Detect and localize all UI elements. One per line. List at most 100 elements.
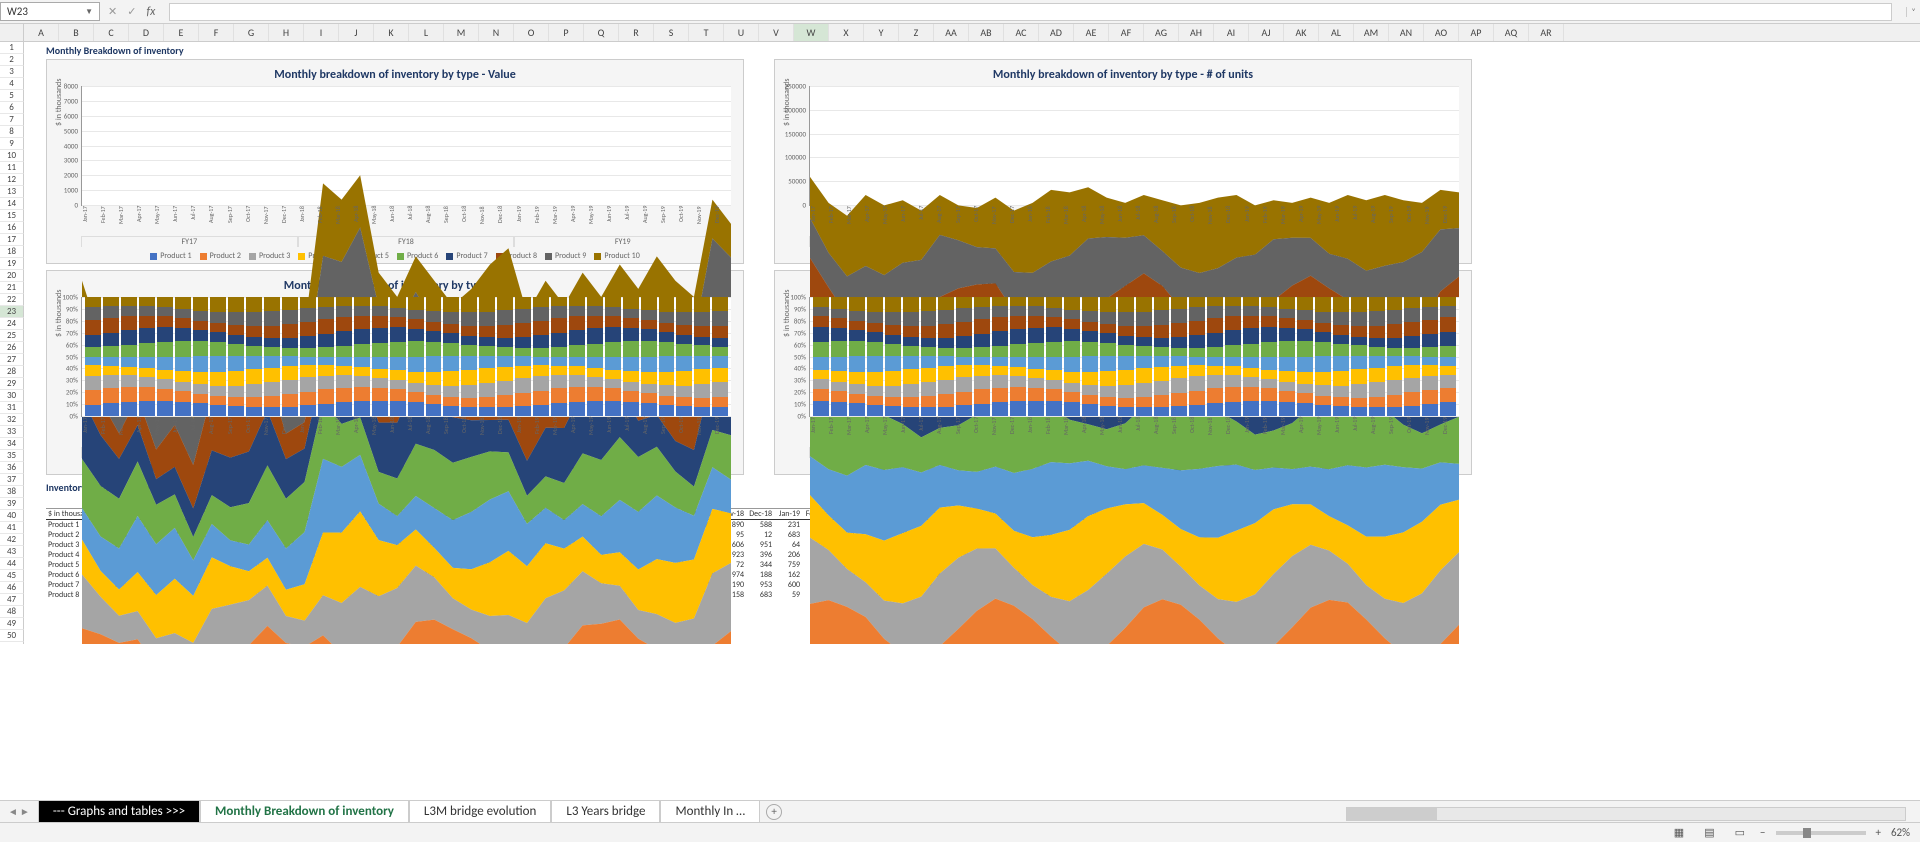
row-header[interactable]: 2 <box>0 54 24 66</box>
sheet-tab[interactable]: L3 Years bridge <box>551 800 660 824</box>
col-header[interactable]: AP <box>1459 24 1494 41</box>
chart-units[interactable]: Monthly breakdown of inventory by type -… <box>774 59 1472 264</box>
col-header[interactable]: AA <box>934 24 969 41</box>
col-header[interactable]: T <box>689 24 724 41</box>
col-header[interactable]: W <box>794 24 829 41</box>
col-header[interactable]: AN <box>1389 24 1424 41</box>
col-header[interactable]: R <box>619 24 654 41</box>
view-pagebreak-icon[interactable]: ▭ <box>1730 825 1750 840</box>
col-header[interactable]: J <box>339 24 374 41</box>
row-header[interactable]: 17 <box>0 234 24 246</box>
col-header[interactable]: N <box>479 24 514 41</box>
row-header[interactable]: 42 <box>0 534 24 546</box>
row-header[interactable]: 35 <box>0 450 24 462</box>
col-header[interactable]: A <box>24 24 59 41</box>
cancel-icon[interactable]: ✕ <box>108 5 117 18</box>
col-header[interactable]: AR <box>1529 24 1564 41</box>
row-header[interactable]: 10 <box>0 150 24 162</box>
formula-bar[interactable] <box>169 3 1892 21</box>
confirm-icon[interactable]: ✓ <box>127 5 136 18</box>
row-header[interactable]: 46 <box>0 582 24 594</box>
col-header[interactable]: AG <box>1144 24 1179 41</box>
col-header[interactable]: D <box>129 24 164 41</box>
col-header[interactable]: AE <box>1074 24 1109 41</box>
col-header[interactable]: U <box>724 24 759 41</box>
col-header[interactable]: B <box>59 24 94 41</box>
col-header[interactable]: O <box>514 24 549 41</box>
horizontal-scrollbar[interactable] <box>1346 806 1906 822</box>
col-header[interactable]: AC <box>1004 24 1039 41</box>
name-box[interactable]: W23 ▼ <box>0 2 100 21</box>
sheet-tab[interactable]: Monthly In … <box>660 800 760 824</box>
row-header[interactable]: 14 <box>0 198 24 210</box>
row-header[interactable]: 29 <box>0 378 24 390</box>
row-header[interactable]: 49 <box>0 618 24 630</box>
col-header[interactable]: X <box>829 24 864 41</box>
col-header[interactable]: F <box>199 24 234 41</box>
row-header[interactable]: 48 <box>0 606 24 618</box>
row-header[interactable]: 31 <box>0 402 24 414</box>
col-header[interactable]: Q <box>584 24 619 41</box>
col-header[interactable]: M <box>444 24 479 41</box>
tab-prev-icon[interactable]: ◄ <box>8 805 18 818</box>
row-header[interactable]: 44 <box>0 558 24 570</box>
col-header[interactable]: S <box>654 24 689 41</box>
row-header[interactable]: 27 <box>0 354 24 366</box>
row-header[interactable]: 33 <box>0 426 24 438</box>
row-header[interactable]: 18 <box>0 246 24 258</box>
row-header[interactable]: 37 <box>0 474 24 486</box>
row-header[interactable]: 3 <box>0 66 24 78</box>
formula-expand-icon[interactable]: ˅ <box>1906 7 1920 17</box>
view-normal-icon[interactable]: ▦ <box>1669 825 1689 840</box>
row-header[interactable]: 47 <box>0 594 24 606</box>
col-header[interactable]: AF <box>1109 24 1144 41</box>
row-header[interactable]: 34 <box>0 438 24 450</box>
row-header[interactable]: 28 <box>0 366 24 378</box>
sheet-tab[interactable]: Monthly Breakdown of inventory <box>200 800 409 824</box>
row-header[interactable]: 7 <box>0 114 24 126</box>
col-header[interactable]: AO <box>1424 24 1459 41</box>
row-header[interactable]: 26 <box>0 342 24 354</box>
add-sheet-button[interactable]: + <box>766 804 782 820</box>
row-header[interactable]: 38 <box>0 486 24 498</box>
row-header[interactable]: 4 <box>0 78 24 90</box>
row-header[interactable]: 6 <box>0 102 24 114</box>
row-header[interactable]: 15 <box>0 210 24 222</box>
zoom-level[interactable]: 62% <box>1891 826 1910 839</box>
row-header[interactable]: 39 <box>0 498 24 510</box>
col-header[interactable]: K <box>374 24 409 41</box>
row-header[interactable]: 25 <box>0 330 24 342</box>
zoom-in-button[interactable]: + <box>1876 826 1881 839</box>
fx-label[interactable]: fx <box>146 5 155 19</box>
select-all-corner[interactable] <box>0 24 24 41</box>
row-header[interactable]: 11 <box>0 162 24 174</box>
row-header[interactable]: 30 <box>0 390 24 402</box>
view-layout-icon[interactable]: ▤ <box>1699 825 1719 840</box>
col-header[interactable]: L <box>409 24 444 41</box>
col-header[interactable]: C <box>94 24 129 41</box>
col-header[interactable]: Z <box>899 24 934 41</box>
col-header[interactable]: AB <box>969 24 1004 41</box>
col-header[interactable]: AL <box>1319 24 1354 41</box>
row-header[interactable]: 51 <box>0 642 24 644</box>
row-header[interactable]: 24 <box>0 318 24 330</box>
row-header[interactable]: 36 <box>0 462 24 474</box>
col-header[interactable]: G <box>234 24 269 41</box>
row-header[interactable]: 43 <box>0 546 24 558</box>
col-header[interactable]: H <box>269 24 304 41</box>
col-header[interactable]: Y <box>864 24 899 41</box>
row-header[interactable]: 20 <box>0 270 24 282</box>
row-header[interactable]: 8 <box>0 126 24 138</box>
row-header[interactable]: 9 <box>0 138 24 150</box>
row-header[interactable]: 21 <box>0 282 24 294</box>
row-header[interactable]: 5 <box>0 90 24 102</box>
row-header[interactable]: 50 <box>0 630 24 642</box>
chart-upct[interactable]: Monthly breakdown of # of units in inven… <box>774 270 1472 475</box>
row-header[interactable]: 41 <box>0 522 24 534</box>
row-header[interactable]: 12 <box>0 174 24 186</box>
row-header[interactable]: 22 <box>0 294 24 306</box>
row-header[interactable]: 45 <box>0 570 24 582</box>
col-header[interactable]: P <box>549 24 584 41</box>
chevron-down-icon[interactable]: ▼ <box>85 7 93 17</box>
row-header[interactable]: 16 <box>0 222 24 234</box>
